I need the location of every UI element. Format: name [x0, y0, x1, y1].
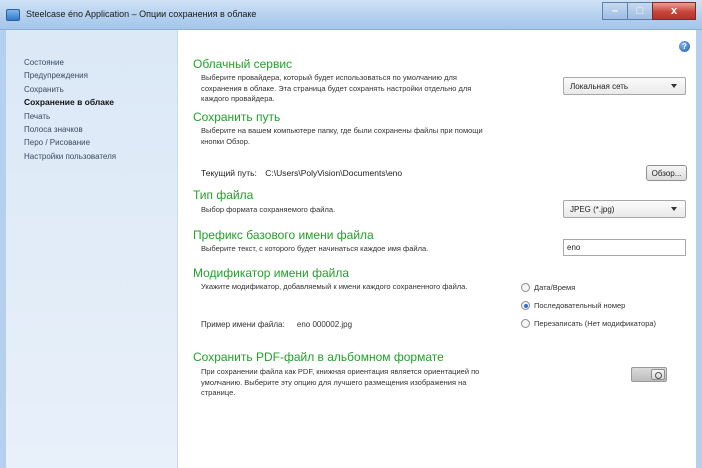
radio-label-sequential: Последовательный номер	[534, 301, 626, 310]
chevron-down-icon	[671, 207, 677, 211]
sidebar-item-status[interactable]: Состояние	[24, 56, 116, 69]
browse-button[interactable]: Обзор...	[646, 165, 687, 181]
current-path-label: Текущий путь:	[201, 168, 257, 178]
window-title: Steelcase éno Application – Опции сохран…	[26, 9, 257, 19]
radio-label-date-time: Дата/Время	[534, 283, 576, 292]
window-frame-right	[696, 30, 702, 468]
sidebar-item-pen-drawing[interactable]: Перо / Рисование	[24, 136, 116, 149]
radio-option-overwrite[interactable]: Перезаписать (Нет модификатора)	[521, 319, 656, 328]
save-path-title: Сохранить путь	[193, 110, 281, 124]
modifier-title: Модификатор имени файла	[193, 266, 350, 280]
radio-button-checked[interactable]	[521, 301, 530, 310]
example-filename-value: eno 000002.jpg	[296, 320, 353, 329]
close-button[interactable]: x	[652, 2, 696, 20]
file-type-value: JPEG (*.jpg)	[570, 204, 615, 214]
radio-label-overwrite: Перезаписать (Нет модификатора)	[534, 319, 657, 328]
chevron-down-icon	[671, 84, 677, 88]
pdf-title: Сохранить PDF-файл в альбомном формате	[193, 350, 444, 364]
maximize-button[interactable]: □	[627, 2, 653, 20]
example-filename-label: Пример имени файла:	[201, 320, 285, 329]
file-type-title: Тип файла	[193, 188, 254, 202]
save-path-description: Выберите на вашем компьютере папку, где …	[201, 126, 483, 146]
sidebar-item-user-settings[interactable]: Настройки пользователя	[24, 150, 116, 163]
sidebar-item-cloud-save[interactable]: Сохранение в облаке	[24, 96, 116, 109]
sidebar-nav: Состояние Предупреждения Сохранить Сохра…	[24, 56, 116, 163]
pdf-description: При сохранении файла как PDF, книжная ор…	[201, 367, 480, 397]
prefix-title: Префикс базового имени файла	[193, 228, 374, 242]
title-bar: Steelcase éno Application – Опции сохран…	[0, 0, 702, 30]
modifier-description: Укажите модификатор, добавляемый к имени…	[201, 282, 468, 291]
radio-option-sequential[interactable]: Последовательный номер	[521, 301, 625, 310]
file-type-description: Выбор формата сохраняемого файла.	[201, 205, 336, 214]
pdf-landscape-toggle[interactable]	[631, 367, 667, 382]
sidebar-item-print[interactable]: Печать	[24, 110, 116, 123]
current-path-row: Текущий путь: C:\Users\PolyVision\Docume…	[201, 168, 402, 178]
file-type-select[interactable]: JPEG (*.jpg)	[563, 200, 686, 218]
current-path-value: C:\Users\PolyVision\Documents\eno	[265, 168, 403, 178]
window-controls: – □ x	[602, 2, 696, 20]
sidebar-item-warnings[interactable]: Предупреждения	[24, 69, 116, 82]
sidebar-item-icon-bar[interactable]: Полоса значков	[24, 123, 116, 136]
cloud-provider-value: Локальная сеть	[570, 81, 629, 91]
minimize-button[interactable]: –	[602, 2, 628, 20]
app-icon	[6, 9, 20, 21]
prefix-input[interactable]: eno	[563, 239, 686, 256]
settings-panel: ? Облачный сервис Выберите провайдера, к…	[179, 30, 696, 468]
radio-button[interactable]	[521, 283, 530, 292]
radio-option-date-time[interactable]: Дата/Время	[521, 283, 575, 292]
prefix-description: Выберите текст, с которого будет начинат…	[201, 244, 429, 253]
toggle-knob	[651, 369, 665, 380]
cloud-provider-select[interactable]: Локальная сеть	[563, 77, 686, 95]
sidebar-item-save[interactable]: Сохранить	[24, 83, 116, 96]
cloud-service-description: Выберите провайдера, который будет испол…	[201, 73, 472, 103]
radio-button[interactable]	[521, 319, 530, 328]
cloud-service-title: Облачный сервис	[193, 57, 293, 71]
example-filename-row: Пример имени файла: eno 000002.jpg	[201, 320, 352, 331]
sidebar: Состояние Предупреждения Сохранить Сохра…	[6, 30, 178, 468]
help-icon[interactable]: ?	[679, 41, 690, 52]
